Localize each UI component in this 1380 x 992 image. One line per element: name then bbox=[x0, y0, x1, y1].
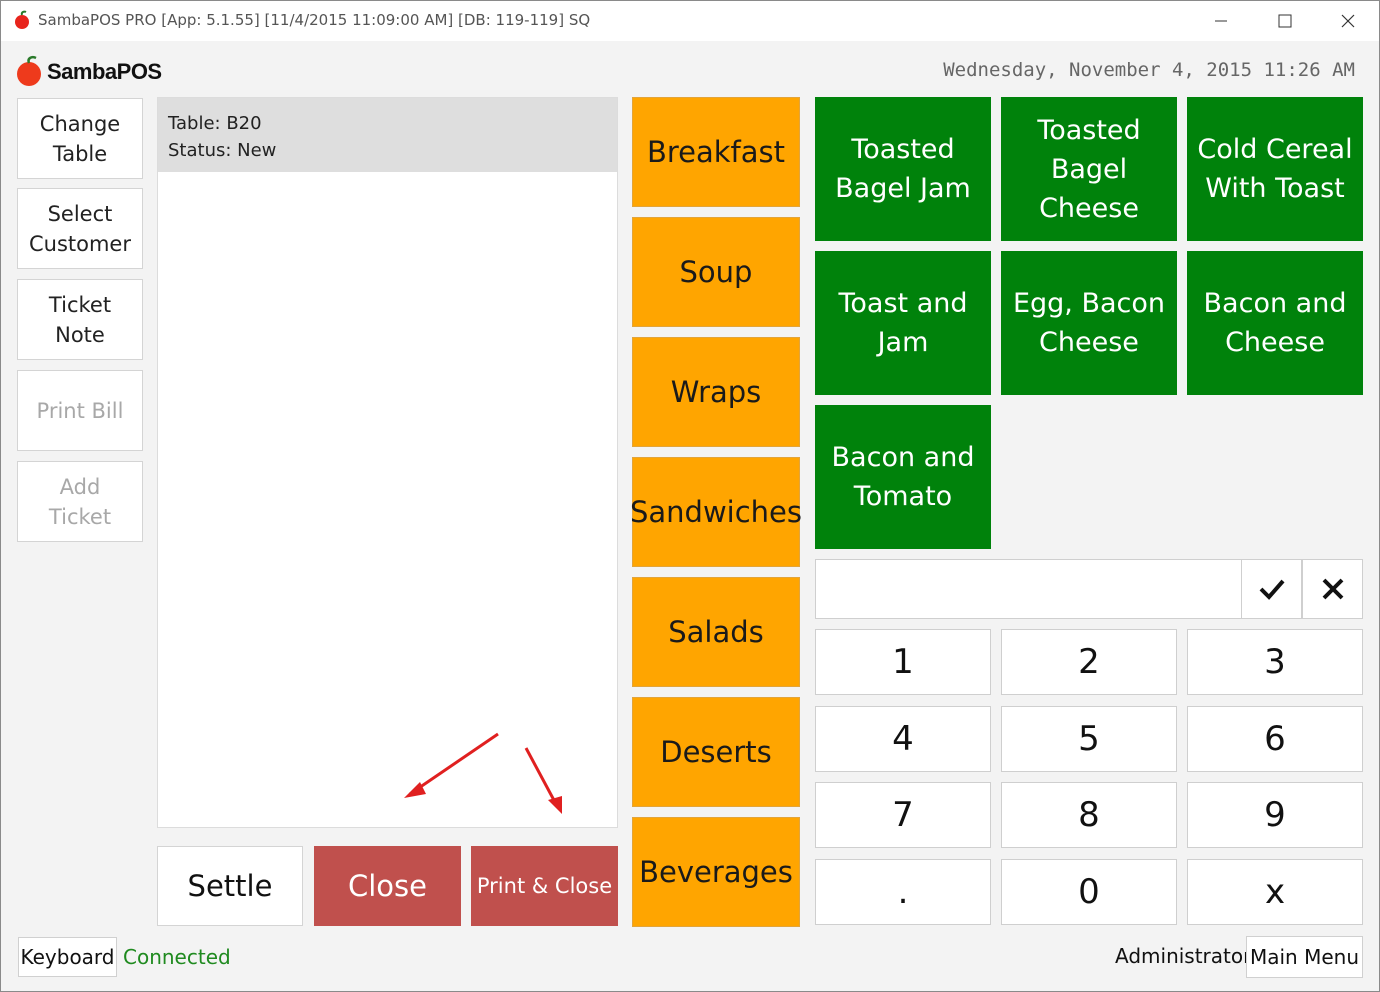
numpad-key-dot[interactable]: . bbox=[815, 859, 991, 925]
numpad-key-4[interactable]: 4 bbox=[815, 706, 991, 772]
category-deserts[interactable]: Deserts bbox=[632, 697, 800, 807]
numpad-key-8[interactable]: 8 bbox=[1001, 782, 1177, 848]
product-toasted-bagel-cheese[interactable]: Toasted Bagel Cheese bbox=[1001, 97, 1177, 241]
print-and-close-button[interactable]: Print & Close bbox=[471, 846, 618, 926]
sambapos-logo: SambaPOS bbox=[15, 55, 175, 89]
product-toasted-bagel-jam[interactable]: Toasted Bagel Jam bbox=[815, 97, 991, 241]
keyboard-button[interactable]: Keyboard bbox=[18, 937, 117, 977]
product-bacon-and-tomato[interactable]: Bacon and Tomato bbox=[815, 405, 991, 549]
minimize-icon bbox=[1215, 20, 1227, 22]
numpad-cancel-button[interactable] bbox=[1302, 559, 1363, 619]
close-icon bbox=[1341, 14, 1355, 28]
numpad-key-2[interactable]: 2 bbox=[1001, 629, 1177, 695]
checkmark-icon bbox=[1259, 579, 1285, 600]
ticket-header: Table: B20 Status: New bbox=[158, 98, 617, 172]
numpad-confirm-button[interactable] bbox=[1241, 559, 1302, 619]
numpad-key-5[interactable]: 5 bbox=[1001, 706, 1177, 772]
numpad-key-6[interactable]: 6 bbox=[1187, 706, 1363, 772]
product-bacon-and-cheese[interactable]: Bacon and Cheese bbox=[1187, 251, 1363, 395]
product-cold-cereal-with-toast[interactable]: Cold Cereal With Toast bbox=[1187, 97, 1363, 241]
minimize-button[interactable] bbox=[1190, 1, 1252, 41]
select-customer-button[interactable]: Select Customer bbox=[17, 188, 143, 269]
maximize-button[interactable] bbox=[1254, 1, 1316, 41]
product-toast-and-jam[interactable]: Toast and Jam bbox=[815, 251, 991, 395]
print-bill-button[interactable]: Print Bill bbox=[17, 370, 143, 451]
pos-window: SambaPOS PRO [App: 5.1.55] [11/4/2015 11… bbox=[0, 0, 1380, 992]
add-ticket-button[interactable]: Add Ticket bbox=[17, 461, 143, 542]
close-button[interactable]: Close bbox=[314, 846, 461, 926]
numpad-key-x[interactable]: x bbox=[1187, 859, 1363, 925]
title-bar: SambaPOS PRO [App: 5.1.55] [11/4/2015 11… bbox=[1, 1, 1379, 41]
numpad-key-7[interactable]: 7 bbox=[815, 782, 991, 848]
category-beverages[interactable]: Beverages bbox=[632, 817, 800, 927]
logo-apple-icon bbox=[17, 55, 41, 86]
numpad-key-3[interactable]: 3 bbox=[1187, 629, 1363, 695]
current-datetime: Wednesday, November 4, 2015 11:26 AM bbox=[943, 59, 1355, 81]
maximize-icon bbox=[1278, 14, 1292, 28]
category-sandwiches[interactable]: Sandwiches bbox=[630, 457, 802, 567]
window-title: SambaPOS PRO [App: 5.1.55] [11/4/2015 11… bbox=[38, 11, 591, 29]
ticket-status: Status: New bbox=[168, 140, 277, 161]
numpad-input[interactable] bbox=[815, 559, 1242, 619]
numpad-key-1[interactable]: 1 bbox=[815, 629, 991, 695]
ticket-panel: Table: B20 Status: New bbox=[157, 97, 618, 828]
category-salads[interactable]: Salads bbox=[632, 577, 800, 687]
ticket-note-button[interactable]: Ticket Note bbox=[17, 279, 143, 360]
category-wraps[interactable]: Wraps bbox=[632, 337, 800, 447]
category-soup[interactable]: Soup bbox=[632, 217, 800, 327]
cancel-x-icon bbox=[1322, 578, 1343, 600]
connection-status: Connected bbox=[123, 945, 231, 969]
settle-button[interactable]: Settle bbox=[157, 846, 303, 926]
category-breakfast[interactable]: Breakfast bbox=[632, 97, 800, 207]
logged-in-user: Administrator bbox=[1115, 944, 1252, 968]
app-icon bbox=[15, 10, 29, 29]
main-menu-button[interactable]: Main Menu bbox=[1246, 936, 1363, 978]
numpad-key-9[interactable]: 9 bbox=[1187, 782, 1363, 848]
ticket-table: Table: B20 bbox=[168, 113, 262, 134]
product-egg-bacon-cheese[interactable]: Egg, Bacon Cheese bbox=[1001, 251, 1177, 395]
close-window-button[interactable] bbox=[1317, 1, 1379, 41]
change-table-button[interactable]: Change Table bbox=[17, 98, 143, 179]
numpad-key-0[interactable]: 0 bbox=[1001, 859, 1177, 925]
logo-text: SambaPOS bbox=[47, 59, 162, 84]
